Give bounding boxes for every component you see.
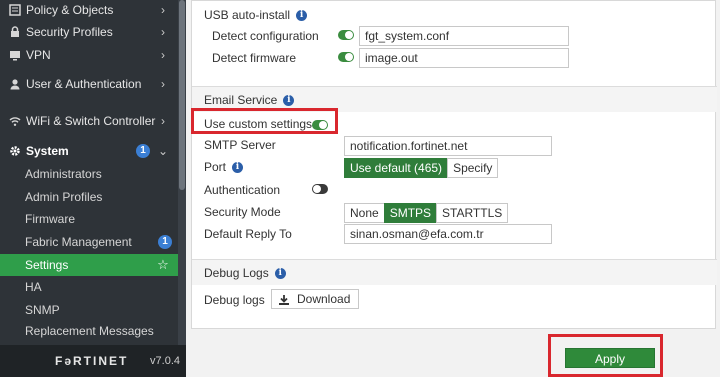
chevron-right-icon: ›	[161, 25, 165, 39]
sidebar-item-replacement-messages[interactable]: Replacement Messages	[0, 325, 178, 345]
sidebar-item-snmp[interactable]: SNMP	[0, 300, 178, 320]
version-label: v7.0.4	[150, 355, 180, 367]
section-title-text: Debug Logs	[204, 266, 269, 280]
section-title-text: Email Service	[204, 93, 278, 107]
sidebar-item-label: Admin Profiles	[25, 189, 103, 204]
apply-button[interactable]: Apply	[565, 348, 655, 368]
detect-firmware-label: Detect firmware	[212, 51, 296, 65]
debug-logs-label: Debug logs	[204, 293, 265, 307]
gear-icon	[8, 144, 22, 158]
sidebar-item-ha[interactable]: HA	[0, 277, 178, 297]
row-label-text: SMTP Server	[204, 138, 276, 152]
scrollbar-thumb[interactable]	[179, 0, 185, 190]
info-icon[interactable]: i	[296, 9, 308, 21]
sidebar-footer: FəRTINET v7.0.4	[0, 345, 186, 377]
wifi-icon	[8, 114, 22, 128]
sidebar-item-vpn[interactable]: VPN ›	[0, 45, 178, 65]
row-label-text: Detect firmware	[212, 51, 297, 65]
section-title-debug: Debug Logs i	[204, 266, 286, 280]
sidebar-item-label: Firmware	[25, 211, 75, 226]
sidebar-item-label: Replacement Messages	[25, 325, 154, 338]
info-icon[interactable]: i	[274, 267, 286, 279]
toggle-off-icon[interactable]	[312, 184, 328, 194]
sidebar-item-label: Fabric Management	[25, 234, 132, 249]
sidebar-item-administrators[interactable]: Administrators	[0, 164, 178, 184]
security-none-button[interactable]: None	[344, 203, 385, 223]
security-smtps-button[interactable]: SMTPS	[383, 203, 438, 223]
security-starttls-button[interactable]: STARTTLS	[436, 203, 509, 223]
section-title-usb: USB auto-install i	[204, 8, 308, 22]
toggle-on-icon[interactable]	[338, 52, 354, 62]
chevron-down-icon: ⌄	[157, 144, 169, 158]
chevron-right-icon: ›	[161, 114, 165, 128]
lock-icon	[8, 25, 22, 39]
section-header-debug: Debug Logs i	[192, 259, 717, 285]
fortinet-logo: FəRTINET	[55, 354, 129, 368]
sidebar-item-fabric-management[interactable]: Fabric Management 1	[0, 232, 178, 252]
detect-configuration-field[interactable]: fgt_system.conf	[359, 26, 569, 46]
chevron-right-icon: ›	[161, 48, 165, 62]
default-reply-to-field[interactable]: sinan.osman@efa.com.tr	[344, 224, 552, 244]
authentication-toggle[interactable]	[312, 184, 336, 194]
sidebar-item-label: SNMP	[25, 302, 60, 317]
sidebar-item-label: Security Profiles	[26, 24, 113, 39]
smtp-server-field[interactable]: notification.fortinet.net	[344, 136, 552, 156]
sidebar-item-label: Administrators	[25, 166, 102, 181]
info-icon[interactable]: i	[283, 94, 295, 106]
download-label: Download	[297, 292, 351, 306]
monitor-icon	[8, 48, 22, 62]
row-label-text: Security Mode	[204, 205, 281, 219]
sidebar: Policy & Objects › Security Profiles › V…	[0, 0, 186, 377]
section-title-email: Email Service i	[204, 93, 295, 107]
star-icon[interactable]: ☆	[156, 257, 170, 273]
notification-badge: 1	[136, 144, 150, 158]
sidebar-item-label: System	[26, 143, 69, 158]
row-label-text: Port	[204, 160, 227, 174]
toggle-on-icon[interactable]	[338, 30, 354, 40]
sidebar-item-admin-profiles[interactable]: Admin Profiles	[0, 187, 178, 207]
port-specify-button[interactable]: Specify	[447, 158, 499, 178]
sidebar-item-firmware[interactable]: Firmware	[0, 209, 178, 229]
sidebar-scrollbar[interactable]	[178, 0, 186, 345]
chevron-right-icon: ›	[161, 3, 165, 17]
sidebar-item-label: WiFi & Switch Controller	[26, 113, 156, 128]
sidebar-item-wifi-switch[interactable]: WiFi & Switch Controller ›	[0, 106, 178, 136]
security-mode-label: Security Mode	[204, 205, 281, 219]
port-selector: Use default (465) Specify	[344, 158, 499, 178]
sidebar-item-label: HA	[25, 279, 42, 294]
sidebar-item-label: User & Authentication	[26, 76, 142, 91]
sidebar-item-system[interactable]: System 1 ⌄	[0, 141, 178, 161]
notification-badge: 1	[158, 235, 172, 249]
sidebar-item-label: Settings	[25, 257, 69, 272]
sidebar-item-label: Policy & Objects	[26, 2, 114, 17]
smtp-server-label: SMTP Server	[204, 138, 276, 152]
authentication-label: Authentication	[204, 183, 280, 197]
user-icon	[8, 77, 22, 91]
policy-icon	[8, 3, 22, 17]
security-mode-selector: None SMTPS STARTTLS	[344, 203, 509, 223]
settings-panel: USB auto-install i Detect configuration …	[191, 0, 717, 329]
row-label-text: Default Reply To	[204, 227, 292, 241]
sidebar-item-label: VPN	[26, 47, 51, 62]
row-label-text: Detect configuration	[212, 29, 319, 43]
row-label-text: Debug logs	[204, 293, 265, 307]
sidebar-item-policy-objects[interactable]: Policy & Objects ›	[0, 0, 178, 20]
download-button[interactable]: Download	[271, 289, 360, 309]
detect-configuration-label: Detect configuration	[212, 29, 319, 43]
port-default-button[interactable]: Use default (465)	[344, 158, 449, 178]
row-label-text: Authentication	[204, 183, 281, 197]
info-icon[interactable]: i	[232, 161, 244, 173]
default-reply-to-label: Default Reply To	[204, 227, 292, 241]
detect-firmware-field[interactable]: image.out	[359, 48, 569, 68]
sidebar-item-security-profiles[interactable]: Security Profiles ›	[0, 22, 178, 42]
sidebar-item-settings[interactable]: Settings ☆	[0, 254, 178, 276]
download-icon	[278, 293, 290, 305]
port-label: Port i	[204, 160, 244, 174]
chevron-right-icon: ›	[161, 77, 165, 91]
section-title-text: USB auto-install	[204, 8, 291, 22]
highlight-box-custom-settings	[191, 108, 338, 134]
sidebar-item-user-auth[interactable]: User & Authentication ›	[0, 69, 178, 99]
main-content: USB auto-install i Detect configuration …	[186, 0, 720, 377]
